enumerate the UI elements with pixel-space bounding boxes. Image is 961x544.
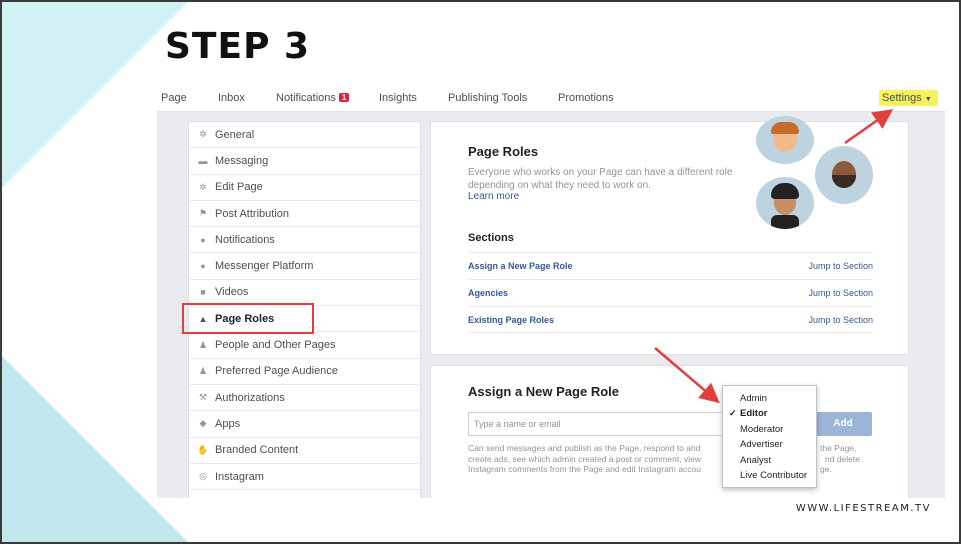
sidebar-item-authorizations[interactable]: ⚒ Authorizations: [189, 385, 420, 412]
sidebar-item-branded-content[interactable]: ✋ Branded Content: [189, 438, 420, 464]
section-link[interactable]: Agencies: [468, 288, 508, 298]
nav-insights[interactable]: Insights: [379, 92, 417, 104]
name-or-email-input[interactable]: Type a name or email: [468, 412, 723, 436]
role-option-label: Editor: [740, 408, 768, 420]
assign-role-panel: Assign a New Page Role Type a name or em…: [430, 365, 909, 498]
settings-sidebar: ✲ General ▬ Messaging ✲ Edit Page ⚑ Post Att…: [182, 121, 421, 498]
footer-url: WWW.LIFESTREAM.TV: [795, 503, 931, 514]
sidebar-item-label: Authorizations: [215, 391, 285, 404]
role-description-line: Instagram comments from the Page and edi…: [468, 464, 701, 474]
settings-menu[interactable]: Settings ▼: [879, 90, 938, 106]
avatar-illustration: [815, 146, 873, 204]
role-dropdown[interactable]: Admin ✓ Editor Moderator Advertiser Analy…: [722, 385, 817, 488]
sidebar-item-label: Preferred Page Audience: [215, 365, 338, 378]
section-link[interactable]: Assign a New Page Role: [468, 261, 573, 271]
globe-icon: ●: [200, 234, 206, 245]
role-option-advertiser[interactable]: Advertiser: [723, 437, 816, 452]
jump-to-section-link[interactable]: Jump to Section: [808, 315, 873, 325]
role-option-admin[interactable]: Admin: [723, 391, 816, 406]
role-option-analyst[interactable]: Analyst: [723, 453, 816, 468]
avatar-illustration: [756, 116, 814, 164]
role-description-line: nd delete: [825, 453, 860, 464]
wrench-icon: ⚒: [198, 392, 208, 403]
role-description-line: the Page,: [820, 443, 857, 453]
sidebar-item-apps[interactable]: ◆ Apps: [189, 411, 420, 438]
role-option-moderator[interactable]: Moderator: [723, 422, 816, 437]
nav-notifications-label: Notifications: [276, 92, 336, 104]
gear-icon: ✲: [199, 181, 207, 192]
jump-to-section-link[interactable]: Jump to Section: [808, 261, 873, 271]
sidebar-item-label: Notifications: [215, 233, 275, 246]
sidebar-item-videos[interactable]: ■ Videos: [189, 280, 420, 307]
flag-icon: ⚑: [198, 208, 208, 219]
jump-to-section-link[interactable]: Jump to Section: [808, 288, 873, 298]
sidebar-item-post-attribution[interactable]: ⚑ Post Attribution: [189, 201, 420, 228]
sidebar-item-label: Messenger Platform: [215, 260, 314, 273]
page-top-nav: Page Inbox Notifications 1 Insights Publi…: [157, 86, 945, 112]
page-roles-panel: Page Roles Everyone who works on your Pa…: [430, 116, 909, 355]
assign-role-title: Assign a New Page Role: [468, 384, 619, 399]
nav-publishing-tools[interactable]: Publishing Tools: [448, 92, 527, 104]
instagram-icon: ◎: [199, 471, 207, 481]
section-row: Assign a New Page Role Jump to Section: [468, 252, 873, 279]
video-icon: ■: [200, 287, 206, 298]
sidebar-item-label: Post Attribution: [215, 207, 289, 220]
sidebar-item-notifications[interactable]: ● Notifications: [189, 227, 420, 254]
people-icon: ♟: [198, 365, 208, 376]
handshake-icon: ✋: [197, 444, 209, 455]
section-row: Agencies Jump to Section: [468, 279, 873, 306]
role-description-line: Can send messages and publish as the Pag…: [468, 443, 701, 453]
chat-icon: ▬: [198, 155, 208, 166]
sidebar-item-messenger-platform[interactable]: ● Messenger Platform: [189, 253, 420, 280]
page-roles-content: Page Roles Everyone who works on your Pa…: [430, 116, 909, 498]
sidebar-item-edit-page[interactable]: ✲ Edit Page: [189, 175, 420, 201]
section-link[interactable]: Existing Page Roles: [468, 315, 554, 325]
step-title: STEP 3: [165, 26, 311, 67]
caret-down-icon: ▼: [924, 96, 932, 103]
settings-label: Settings: [882, 92, 922, 104]
person-icon: ▲: [198, 313, 208, 324]
role-option-editor[interactable]: ✓ Editor: [723, 406, 816, 421]
facebook-settings-screenshot: Page Inbox Notifications 1 Insights Publi…: [157, 86, 945, 498]
sidebar-item-label: Apps: [215, 417, 241, 430]
sidebar-item-instagram[interactable]: ◎ Instagram: [189, 464, 420, 491]
section-row: Existing Page Roles Jump to Section: [468, 306, 873, 333]
add-button[interactable]: Add: [814, 412, 872, 436]
sidebar-item-label: Messaging: [215, 154, 269, 167]
page-roles-description: Everyone who works on your Page can have…: [468, 167, 733, 191]
role-description-line: ge.: [820, 464, 832, 474]
sidebar-item-label: People and Other Pages: [215, 339, 336, 352]
nav-inbox[interactable]: Inbox: [218, 92, 245, 104]
learn-more-link[interactable]: Learn more: [468, 191, 519, 202]
nav-notifications[interactable]: Notifications 1: [276, 92, 350, 104]
sidebar-item-people-and-other-pages[interactable]: ♟ People and Other Pages: [189, 332, 420, 359]
sidebar-item-label: Instagram: [215, 470, 264, 483]
sidebar-item-label: Edit Page: [215, 181, 263, 194]
checkmark-icon: ✓: [729, 408, 737, 419]
avatar-illustration: [756, 177, 814, 229]
sidebar-item-messaging[interactable]: ▬ Messaging: [189, 148, 420, 175]
nav-page[interactable]: Page: [161, 92, 187, 104]
role-option-live-contributor[interactable]: Live Contributor: [723, 468, 816, 483]
people-icon: ♟: [198, 339, 208, 350]
sidebar-item-label: Branded Content: [215, 444, 299, 457]
sidebar-item-label: Videos: [215, 286, 249, 299]
messenger-icon: ●: [200, 261, 206, 272]
sidebar-item-page-roles[interactable]: ▲ Page Roles: [182, 303, 420, 335]
nav-promotions[interactable]: Promotions: [558, 92, 614, 104]
role-description-line: create ads, see which admin created a po…: [468, 453, 701, 464]
sidebar-item-label: Page Roles: [215, 312, 275, 325]
sidebar-item-label: General: [215, 128, 255, 141]
sidebar-item-preferred-page-audience[interactable]: ♟ Preferred Page Audience: [189, 359, 420, 385]
sidebar-item-general[interactable]: ✲ General: [189, 122, 420, 149]
gear-icon: ✲: [199, 129, 207, 140]
sections-title: Sections: [468, 232, 514, 244]
page-roles-title: Page Roles: [468, 144, 539, 159]
notification-badge: 1: [338, 93, 350, 102]
cube-icon: ◆: [199, 418, 207, 429]
